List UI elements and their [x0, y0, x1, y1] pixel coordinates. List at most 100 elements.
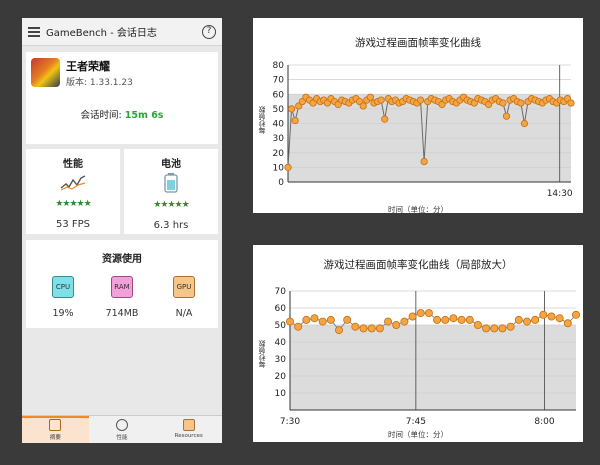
- chart1-xlabel: 时间（单位：分）: [388, 205, 448, 214]
- data-point: [359, 324, 368, 333]
- data-point: [502, 112, 511, 120]
- data-point: [377, 96, 385, 104]
- game-card[interactable]: 王者荣耀 版本: 1.33.1.23 会话时间: 15m 6s: [26, 52, 218, 144]
- data-point: [335, 326, 344, 335]
- y-tick-label: 30: [273, 134, 285, 144]
- x-tick-label: 8:00: [534, 417, 554, 427]
- battery-value: 6.3 hrs: [153, 220, 189, 231]
- game-name: 王者荣耀: [66, 60, 110, 73]
- session-time-label: 会话时间:: [80, 110, 125, 121]
- y-tick-label: 0: [278, 178, 284, 188]
- y-tick-label: 70: [275, 287, 287, 297]
- tab-resources-label: Resources: [174, 433, 203, 439]
- y-tick-label: 60: [273, 90, 285, 100]
- bottom-tab-bar: 摘要 性能 Resources: [22, 415, 222, 443]
- data-point: [441, 315, 450, 324]
- menu-icon[interactable]: [28, 26, 40, 37]
- y-tick-label: 40: [273, 120, 285, 130]
- data-point: [367, 324, 376, 333]
- data-point: [498, 324, 507, 333]
- data-point: [318, 317, 327, 326]
- data-point: [547, 312, 556, 321]
- tab-performance[interactable]: 性能: [89, 416, 156, 443]
- data-point: [287, 105, 296, 113]
- chart2-xlabel: 时间（单位：分）: [388, 430, 448, 439]
- ram-chip-icon: RAM: [111, 276, 133, 298]
- y-tick-label: 50: [273, 105, 285, 115]
- data-point: [424, 309, 433, 318]
- y-tick-label: 40: [275, 338, 287, 348]
- y-tick-label: 10: [273, 163, 285, 173]
- data-point: [465, 315, 474, 324]
- data-point: [366, 93, 374, 101]
- chart1-plot: 0 10 20 30 40 50 60 70 80 14:30: [273, 61, 575, 199]
- resource-usage-card[interactable]: 资源使用 CPU RAM GPU 19% 714MB N/A: [26, 240, 218, 328]
- data-point: [473, 321, 482, 330]
- data-point: [522, 317, 531, 326]
- gpu-value: N/A: [175, 308, 193, 319]
- data-point: [499, 99, 507, 107]
- data-point: [416, 96, 425, 104]
- data-point: [408, 312, 417, 321]
- battery-label: 电池: [161, 159, 181, 170]
- data-point: [326, 315, 335, 324]
- tab-summary[interactable]: 摘要: [22, 416, 89, 443]
- data-point: [294, 322, 303, 331]
- session-time: 会话时间: 15m 6s: [26, 107, 218, 121]
- data-point: [531, 315, 540, 324]
- data-point: [555, 314, 564, 323]
- data-point: [416, 309, 425, 318]
- app-top-bar: GameBench - 会话日志 ?: [22, 18, 222, 46]
- phone-screen: GameBench - 会话日志 ? 王者荣耀 版本: 1.33.1.23 会话…: [22, 18, 222, 443]
- tab-resources[interactable]: Resources: [155, 416, 222, 443]
- plot-area-shade: [290, 325, 576, 410]
- tab-performance-label: 性能: [116, 435, 128, 441]
- data-point: [291, 116, 299, 125]
- battery-card[interactable]: 电池 ★★★★★ 6.3 hrs: [124, 149, 218, 234]
- data-point: [351, 322, 360, 331]
- x-tick-label: 7:30: [280, 417, 300, 427]
- cpu-chip-icon: CPU: [52, 276, 74, 298]
- performance-label: 性能: [63, 159, 83, 170]
- screenshot-collage: GameBench - 会话日志 ? 王者荣耀 版本: 1.33.1.23 会话…: [0, 0, 600, 465]
- data-point: [457, 315, 466, 324]
- data-point: [343, 315, 352, 324]
- performance-rating-stars: ★★★★★: [55, 199, 91, 209]
- data-point: [514, 315, 523, 324]
- app-title: GameBench - 会话日志: [46, 28, 157, 39]
- y-tick-label: 10: [275, 389, 287, 399]
- fps-chart-zoomed: 游戏过程画面帧率变化曲线（局部放大） 10 20 30 40 50 60 70 7:30 7:4…: [253, 245, 583, 442]
- summary-icon: [49, 419, 62, 431]
- ram-value: 714MB: [105, 308, 139, 319]
- performance-card[interactable]: 性能 ★★★★★ 53 FPS: [26, 149, 120, 234]
- y-tick-label: 50: [275, 321, 287, 331]
- chart2-plot: 10 20 30 40 50 60 70 7:30 7:45 8:00: [275, 287, 580, 427]
- data-point: [506, 322, 515, 331]
- fps-chart-full: 游戏过程画面帧率变化曲线 0 10 20 30 40 50 60 70 80 14:30 每秒帧数…: [253, 18, 583, 214]
- data-point: [302, 315, 311, 324]
- data-point: [482, 324, 491, 333]
- resource-usage-title: 资源使用: [102, 254, 142, 265]
- y-tick-label: 70: [273, 76, 285, 86]
- data-point: [286, 317, 295, 326]
- data-point: [517, 99, 525, 107]
- data-point: [420, 157, 428, 166]
- data-point: [567, 99, 575, 107]
- y-tick-label: 80: [273, 61, 285, 71]
- y-tick-label: 30: [275, 355, 287, 365]
- chart2-ylabel: 每秒帧数: [258, 340, 266, 368]
- data-point: [310, 314, 319, 323]
- help-icon[interactable]: ?: [202, 24, 216, 39]
- gpu-chip-icon: GPU: [173, 276, 195, 298]
- data-point: [571, 310, 580, 319]
- data-point: [490, 324, 499, 333]
- data-point: [520, 119, 529, 128]
- resources-tab-icon: [182, 419, 195, 431]
- data-point: [433, 315, 442, 324]
- game-version: 版本: 1.33.1.23: [66, 78, 133, 88]
- y-tick-label: 60: [275, 304, 287, 314]
- cpu-value: 19%: [52, 308, 74, 319]
- x-tick-label: 7:45: [406, 417, 426, 427]
- tab-summary-label: 摘要: [49, 435, 61, 441]
- data-point: [563, 319, 572, 328]
